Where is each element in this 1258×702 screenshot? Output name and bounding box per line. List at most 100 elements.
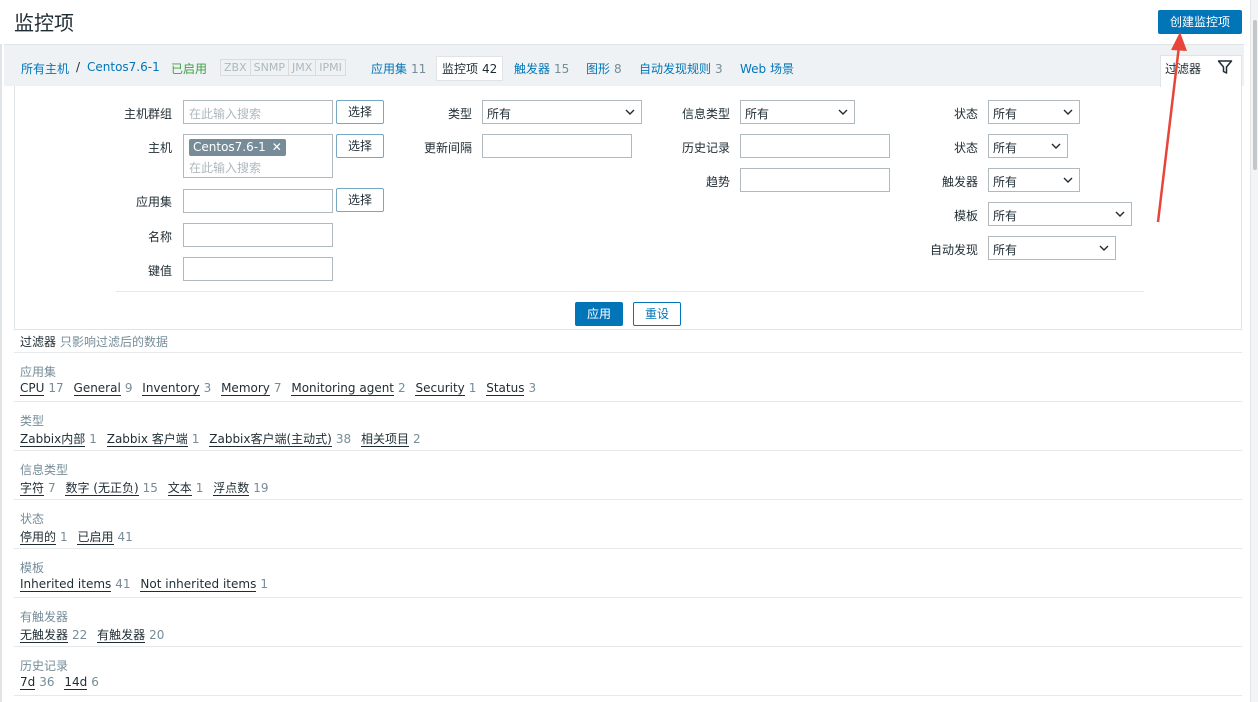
- state-select[interactable]: 所有: [988, 100, 1080, 124]
- apply-button[interactable]: 应用: [575, 302, 623, 326]
- status-select[interactable]: 所有: [988, 134, 1068, 158]
- left-edge: [0, 44, 2, 702]
- subfilter-link[interactable]: Monitoring agent: [291, 381, 395, 396]
- type-select[interactable]: 所有: [482, 100, 642, 124]
- discovery-select[interactable]: 所有: [988, 236, 1116, 260]
- filter-icon: [1217, 60, 1233, 74]
- host-label: 主机: [147, 141, 172, 155]
- ipmi-badge: IPMI: [316, 60, 345, 75]
- subfilter-link[interactable]: 字符: [20, 481, 45, 496]
- key-input[interactable]: [183, 257, 333, 281]
- tab-graphs[interactable]: 图形 8: [586, 60, 622, 77]
- subfilter-title-label: 过滤器: [20, 335, 57, 349]
- subfilter-link[interactable]: 停用的: [20, 530, 57, 545]
- interval-input[interactable]: [482, 134, 632, 158]
- subfilter-count: 3: [528, 381, 537, 395]
- triggers-select-value: 所有: [993, 175, 1018, 189]
- subfilter-link[interactable]: 7d: [20, 675, 36, 690]
- zbx-badge: ZBX: [221, 60, 251, 75]
- reset-button[interactable]: 重设: [633, 302, 681, 326]
- trends-input[interactable]: [740, 168, 890, 192]
- subfilter-count: 7: [273, 381, 282, 395]
- state-select-value: 所有: [993, 107, 1018, 121]
- subfilter-count: 1: [195, 481, 204, 495]
- remove-tag-icon[interactable]: ✕: [272, 140, 282, 154]
- page-title: 监控项: [14, 11, 74, 35]
- template-select-value: 所有: [993, 209, 1018, 223]
- subfilter-link[interactable]: Not inherited items: [140, 577, 257, 592]
- subfilter-link[interactable]: Memory: [221, 381, 270, 396]
- all-hosts-link[interactable]: 所有主机: [21, 60, 69, 77]
- snmp-badge: SNMP: [250, 60, 289, 75]
- host-link[interactable]: Centos7.6-1: [87, 60, 160, 74]
- tab-items[interactable]: 监控项 42: [436, 56, 504, 81]
- subfilter-link[interactable]: Inventory: [142, 381, 200, 396]
- subfilter-section-title: 应用集: [20, 365, 57, 379]
- subfilter-count: 15: [142, 481, 158, 495]
- subfilter-link[interactable]: 无触发器: [20, 628, 69, 643]
- subfilter-applications: 应用集 CPU 17 General 9 Inventory 3 Memory 7 Mo…: [14, 353, 1242, 402]
- subfilter-count: 36: [39, 675, 55, 689]
- subfilter-link[interactable]: 相关项目: [360, 432, 409, 447]
- subfilter-link[interactable]: Status: [486, 381, 525, 396]
- subfilter-link[interactable]: 浮点数: [213, 481, 250, 496]
- subfilter-count: 20: [149, 628, 165, 642]
- chevron-down-icon: [1063, 109, 1073, 115]
- tab-web-scenarios[interactable]: Web 场景: [740, 60, 794, 77]
- subfilter-count: 9: [124, 381, 133, 395]
- subfilter-link[interactable]: Zabbix 客户端: [106, 432, 188, 447]
- subfilter-link[interactable]: 有触发器: [97, 628, 146, 643]
- subfilter-count: 1: [60, 530, 68, 544]
- subfilter-types: 类型 Zabbix内部 1 Zabbix 客户端 1 Zabbix客户端(主动式) 3…: [14, 402, 1242, 451]
- history-input[interactable]: [740, 134, 890, 158]
- subfilter-link[interactable]: 文本: [167, 481, 192, 496]
- host-group-select-button[interactable]: 选择: [336, 100, 384, 124]
- host-select-button[interactable]: 选择: [336, 134, 384, 158]
- tab-discovery-rules[interactable]: 自动发现规则 3: [639, 60, 723, 77]
- subfilter-link[interactable]: General: [73, 381, 121, 396]
- host-group-label: 主机群组: [123, 107, 172, 121]
- subfilter-with-triggers: 有触发器 无触发器 22 有触发器 20: [14, 598, 1242, 647]
- subfilter-count: 1: [191, 432, 200, 446]
- scrollbar-thumb[interactable]: [1253, 20, 1257, 170]
- availability-badges: ZBX SNMP JMX IPMI: [220, 59, 346, 76]
- annotation-arrow-icon: [1156, 32, 1187, 223]
- subfilter-count: 1: [260, 577, 268, 591]
- triggers-select[interactable]: 所有: [988, 168, 1080, 192]
- subfilter-link[interactable]: 14d: [64, 675, 88, 690]
- host-group-input[interactable]: 在此输入搜索: [183, 100, 333, 124]
- info-type-select[interactable]: 所有: [740, 100, 855, 124]
- host-nav-bar: 所有主机 / Centos7.6-1 已启用 ZBX SNMP JMX IPMI…: [4, 44, 1244, 86]
- subfilter-info-types: 信息类型 字符 7 数字 (无正负) 15 文本 1 浮点数 19: [14, 451, 1242, 500]
- subfilter-section-title: 有触发器: [20, 610, 69, 624]
- template-select[interactable]: 所有: [988, 202, 1132, 226]
- host-multiselect[interactable]: Centos7.6-1 ✕ 在此输入搜索: [183, 134, 333, 178]
- application-label: 应用集: [135, 195, 172, 209]
- subfilter-hint: 只影响过滤后的数据: [60, 335, 169, 349]
- name-input[interactable]: [183, 223, 333, 247]
- application-input[interactable]: [183, 189, 333, 213]
- host-search-placeholder: 在此输入搜索: [189, 161, 262, 175]
- subfilter-link[interactable]: 已启用: [77, 530, 114, 545]
- subfilter-link[interactable]: 数字 (无正负): [65, 481, 139, 496]
- type-select-value: 所有: [487, 107, 512, 121]
- tab-triggers[interactable]: 触发器 15: [514, 60, 569, 77]
- tab-applications[interactable]: 应用集 11: [371, 60, 426, 77]
- host-status-enabled[interactable]: 已启用: [171, 60, 207, 77]
- status-select-value: 所有: [993, 141, 1018, 155]
- subfilter-link[interactable]: Inherited items: [20, 577, 112, 592]
- info-type-label: 信息类型: [681, 107, 730, 121]
- application-select-button[interactable]: 选择: [336, 188, 384, 212]
- subfilter-link[interactable]: Security: [415, 381, 465, 396]
- name-label: 名称: [147, 230, 172, 244]
- subfilter-count: 2: [412, 432, 421, 446]
- chevron-down-icon: [1063, 177, 1073, 183]
- host-tag: Centos7.6-1 ✕: [189, 139, 286, 156]
- subfilter-link[interactable]: Zabbix客户端(主动式): [209, 432, 332, 447]
- subfilter-link[interactable]: Zabbix内部: [20, 432, 86, 447]
- subfilter-count: 41: [117, 530, 133, 544]
- subfilter-link[interactable]: CPU: [20, 381, 45, 396]
- page-scrollbar[interactable]: [1250, 0, 1258, 702]
- state-label: 状态: [953, 107, 978, 121]
- type-label: 类型: [447, 107, 472, 121]
